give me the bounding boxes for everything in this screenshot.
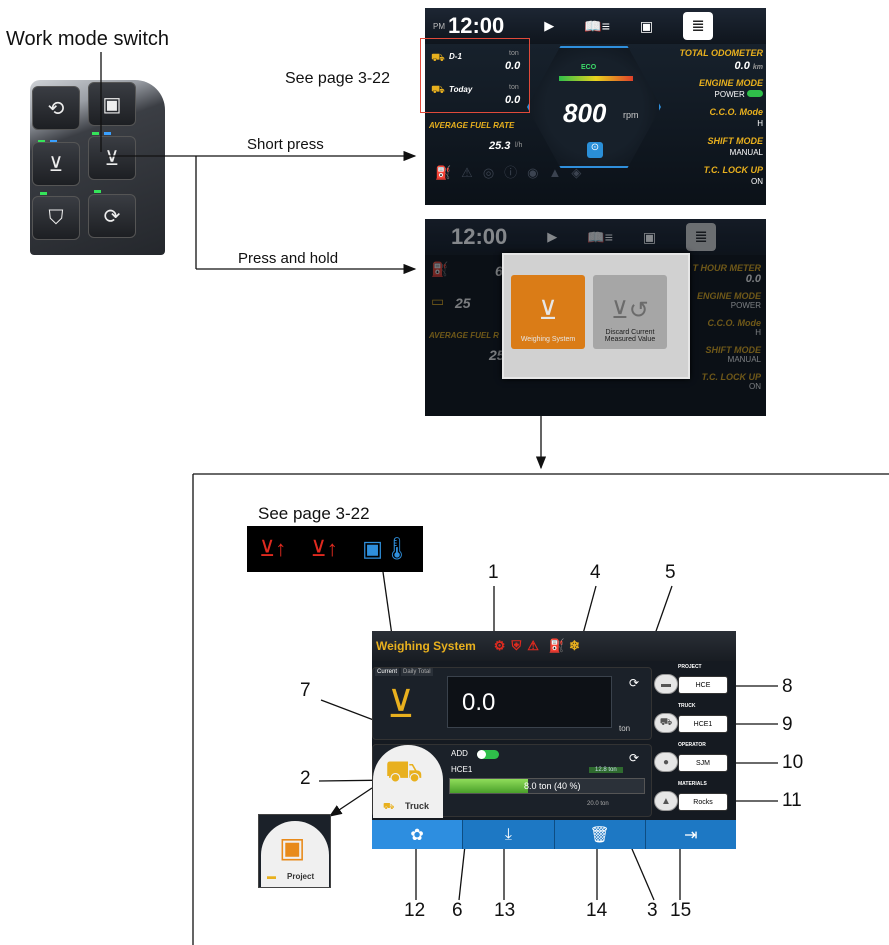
overload-warning-icon: ⊻↑ bbox=[310, 536, 338, 561]
display-icon: ▣ bbox=[639, 17, 654, 34]
press-and-hold-label: Press and hold bbox=[238, 250, 339, 267]
project-field[interactable]: HCE bbox=[678, 676, 728, 694]
callout-11: 11 bbox=[782, 790, 802, 811]
clock: 12:00 bbox=[448, 13, 505, 38]
callout-9: 9 bbox=[782, 714, 793, 735]
tilt-warning-icon: ⊻↑ bbox=[259, 536, 287, 561]
callout-4: 4 bbox=[590, 562, 601, 583]
weighing-system-panel: Weighing System ⚙⛨⚠ ⛽❄ Current Daily Tot… bbox=[372, 631, 736, 849]
hold-screen: 12:00 ▶︎ 📖≡ ▣ ≣ ⛽ 6 ▭ 25 AVERAGE FUEL R … bbox=[425, 219, 766, 416]
eco-bar bbox=[559, 76, 633, 81]
short-press-label: Short press bbox=[247, 136, 324, 153]
signal-icon: ▶︎ bbox=[544, 18, 555, 33]
add-toggle[interactable] bbox=[477, 750, 499, 759]
load-progress-bar: 8.0 ton (40 %) bbox=[449, 778, 645, 794]
dump-truck-icon: ⛟ bbox=[385, 755, 423, 788]
discard-measured-value-button[interactable]: ⊻↺ Discard Current Measured Value bbox=[593, 275, 667, 349]
mode-truck-button[interactable]: ⛟ ⛟ Truck bbox=[373, 745, 443, 818]
callout-13: 13 bbox=[494, 900, 516, 921]
menu-icon: ≣ bbox=[683, 12, 714, 40]
cruise-icon: ⊙ bbox=[587, 142, 603, 158]
download-icon: ⤓ bbox=[504, 825, 512, 843]
folder-small-icon: ▬ bbox=[267, 871, 276, 881]
avg-fuel-label: AVERAGE FUEL RATE bbox=[429, 121, 515, 130]
book-menu-icon: 📖≡ bbox=[584, 17, 610, 34]
callout-12: 12 bbox=[404, 900, 426, 921]
materials-icon: ▲ bbox=[654, 791, 678, 811]
project-icon: ▬ bbox=[654, 674, 678, 694]
callout-10: 10 bbox=[782, 752, 804, 773]
hydraulic-temp-icon: ▣🌡 bbox=[362, 536, 411, 561]
exit-button[interactable]: ⇥ bbox=[646, 820, 736, 849]
callout-3: 3 bbox=[647, 900, 658, 921]
progress-text: 8.0 ton (40 %) bbox=[524, 781, 581, 791]
callout-15: 15 bbox=[670, 900, 692, 921]
operator-icon: ● bbox=[654, 752, 678, 772]
project-folder-icon: ▣ bbox=[279, 832, 306, 863]
truck-id: HCE1 bbox=[451, 765, 473, 774]
delete-button[interactable]: 🗑 bbox=[555, 820, 646, 849]
tab-daily-total[interactable]: Daily Total bbox=[401, 668, 433, 676]
callout-14: 14 bbox=[586, 900, 608, 921]
weight-value: 0.0 bbox=[462, 689, 496, 716]
max-load: 20.0 ton bbox=[587, 801, 609, 807]
discard-icon: ⊻↺ bbox=[611, 297, 649, 324]
see-page-bottom-label: See page 3-22 bbox=[258, 504, 370, 523]
project-mode-inset: ▣ ▬ Project bbox=[258, 814, 331, 888]
mode-popup: ⊻ Weighing System ⊻↺ Discard Current Mea… bbox=[502, 253, 690, 379]
red-warning-icons: ⚙⛨⚠ bbox=[493, 638, 545, 653]
yellow-warning-icons: ⛽❄ bbox=[548, 638, 584, 653]
callout-2: 2 bbox=[300, 768, 311, 789]
truck-icon: ⛟ bbox=[654, 713, 678, 733]
weight-display: 0.0 bbox=[447, 676, 612, 728]
eco-label: ECO bbox=[581, 64, 597, 71]
highlight-box bbox=[420, 38, 530, 113]
weighing-bottom-bar: ✿ ⤓ 🗑 ⇥ bbox=[372, 820, 736, 849]
weighing-title: Weighing System bbox=[376, 639, 476, 653]
weighing-bucket-icon: ⊻ bbox=[387, 684, 415, 726]
reset-icon[interactable]: ⟳ bbox=[629, 751, 639, 765]
callout-6: 6 bbox=[452, 900, 463, 921]
materials-field[interactable]: Rocks bbox=[678, 793, 728, 811]
callout-5: 5 bbox=[665, 562, 676, 583]
weighing-icon: ⊻ bbox=[538, 295, 558, 325]
warning-icons-strip: ⊻↑ ⊻↑ ▣🌡 bbox=[247, 526, 423, 572]
weighing-system-button[interactable]: ⊻ Weighing System bbox=[511, 275, 585, 349]
exit-icon: ⇥ bbox=[684, 826, 698, 844]
weighing-title-bar: Weighing System ⚙⛨⚠ ⛽❄ bbox=[372, 631, 736, 661]
callout-8: 8 bbox=[782, 676, 793, 697]
see-page-top-label: See page 3-22 bbox=[285, 70, 390, 87]
rpm-value: 800 bbox=[563, 98, 607, 128]
callout-1: 1 bbox=[488, 562, 499, 583]
refresh-icon[interactable]: ⟳ bbox=[629, 676, 639, 690]
callout-7: 7 bbox=[300, 680, 311, 701]
settings-button[interactable]: ✿ bbox=[372, 820, 464, 849]
tab-current[interactable]: Current bbox=[375, 668, 400, 676]
truck-small-icon: ⛟ bbox=[383, 801, 395, 811]
download-button[interactable]: ⤓ bbox=[463, 820, 555, 849]
operator-field[interactable]: SJM bbox=[678, 754, 728, 772]
gear-icon: ✿ bbox=[410, 826, 424, 844]
avg-fuel-value: 25.3 bbox=[489, 140, 511, 152]
truck-field[interactable]: HCE1 bbox=[678, 715, 728, 733]
trash-icon: 🗑 bbox=[589, 826, 610, 844]
target-load: 12.8 ton bbox=[589, 767, 623, 773]
